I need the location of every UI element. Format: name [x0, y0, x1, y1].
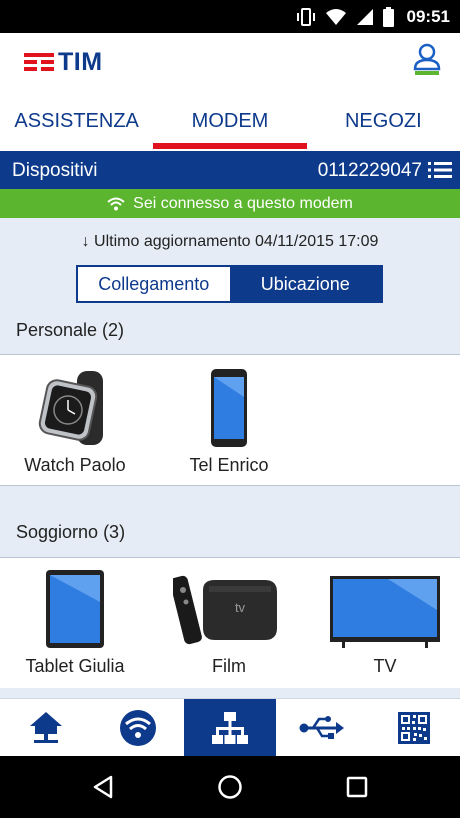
usb-icon: [299, 715, 344, 739]
device-tablet-giulia[interactable]: Tablet Giulia: [0, 568, 150, 677]
list-menu-button[interactable]: [428, 161, 452, 179]
toggle-ubicazione[interactable]: Ubicazione: [229, 267, 381, 301]
tab-modem[interactable]: MODEM: [153, 93, 307, 149]
wifi-icon: [120, 709, 156, 746]
room-title-personale: Personale (2): [16, 320, 125, 340]
device-film[interactable]: tv Film: [154, 568, 304, 677]
device-tv[interactable]: TV: [310, 568, 460, 677]
tim-logo-mark-icon: [24, 53, 54, 71]
svg-text:tv: tv: [235, 600, 246, 615]
last-update-text: Ultimo aggiornamento 04/11/2015 17:09: [94, 233, 379, 250]
user-icon: [413, 43, 441, 75]
nav-usb[interactable]: [276, 699, 368, 756]
view-toggle: Collegamento Ubicazione: [76, 265, 383, 303]
wifi-signal-icon: [325, 8, 346, 25]
tab-assistenza[interactable]: ASSISTENZA: [0, 93, 153, 149]
qr-code-icon: [398, 711, 430, 744]
download-arrow-icon: ↓: [81, 233, 90, 250]
tab-negozi[interactable]: NEGOZI: [307, 93, 460, 149]
system-nav-bar: [0, 756, 460, 818]
smartwatch-icon: [38, 371, 103, 445]
device-label: Tel Enrico: [189, 455, 269, 475]
nav-wifi[interactable]: [92, 699, 184, 756]
main-tabs: ASSISTENZA MODEM NEGOZI: [0, 93, 460, 149]
recents-icon[interactable]: [346, 776, 368, 798]
logo-text: TIM: [58, 48, 103, 76]
vibrate-icon: [296, 7, 315, 26]
wifi-icon: [107, 197, 125, 210]
home-icon[interactable]: [217, 774, 243, 800]
device-row-soggiorno: Tablet Giulia tv Film TV: [0, 558, 460, 688]
nav-lan[interactable]: [184, 699, 276, 756]
connection-status-bar: Sei connesso a questo modem: [0, 189, 460, 218]
nav-qr-code[interactable]: [368, 699, 460, 756]
battery-icon: [382, 6, 394, 27]
account-button[interactable]: [412, 43, 442, 77]
device-label: TV: [373, 656, 397, 676]
line-number: 0112229047: [317, 160, 422, 181]
devices-toolbar: Dispositivi 0112229047: [0, 151, 460, 189]
device-label: Tablet Giulia: [25, 656, 125, 676]
toggle-collegamento[interactable]: Collegamento: [78, 267, 230, 301]
cell-signal-icon: [356, 8, 373, 25]
device-tel-enrico[interactable]: Tel Enrico: [154, 367, 304, 476]
list-icon: [428, 162, 452, 178]
list-bottom-spacer: [0, 688, 460, 698]
nav-home-network[interactable]: [0, 699, 92, 756]
status-bar: 09:51: [0, 0, 460, 33]
device-label: Film: [212, 656, 246, 676]
last-update: ↓ Ultimo aggiornamento 04/11/2015 17:09: [0, 233, 460, 251]
tim-logo: TIM: [24, 48, 103, 76]
info-area: ↓ Ultimo aggiornamento 04/11/2015 17:09 …: [0, 218, 460, 354]
bottom-nav: [0, 698, 460, 756]
back-icon[interactable]: [92, 775, 114, 799]
smartphone-icon: [211, 369, 247, 447]
room-title-soggiorno: Soggiorno (3): [16, 522, 126, 542]
lan-network-icon: [212, 711, 248, 744]
television-icon: [330, 576, 440, 648]
app-header: TIM: [0, 33, 460, 93]
connection-status-text: Sei connesso a questo modem: [133, 194, 353, 212]
tv-box-icon: tv: [173, 575, 277, 645]
room-header-soggiorno: Soggiorno (3): [0, 486, 460, 558]
devices-title: Dispositivi: [12, 160, 98, 181]
device-label: Watch Paolo: [24, 455, 126, 475]
home-network-icon: [30, 711, 62, 743]
device-watch-paolo[interactable]: Watch Paolo: [0, 367, 150, 476]
status-time: 09:51: [406, 6, 450, 26]
tablet-icon: [46, 570, 104, 648]
device-row-personale: Watch Paolo Tel Enrico: [0, 355, 460, 485]
